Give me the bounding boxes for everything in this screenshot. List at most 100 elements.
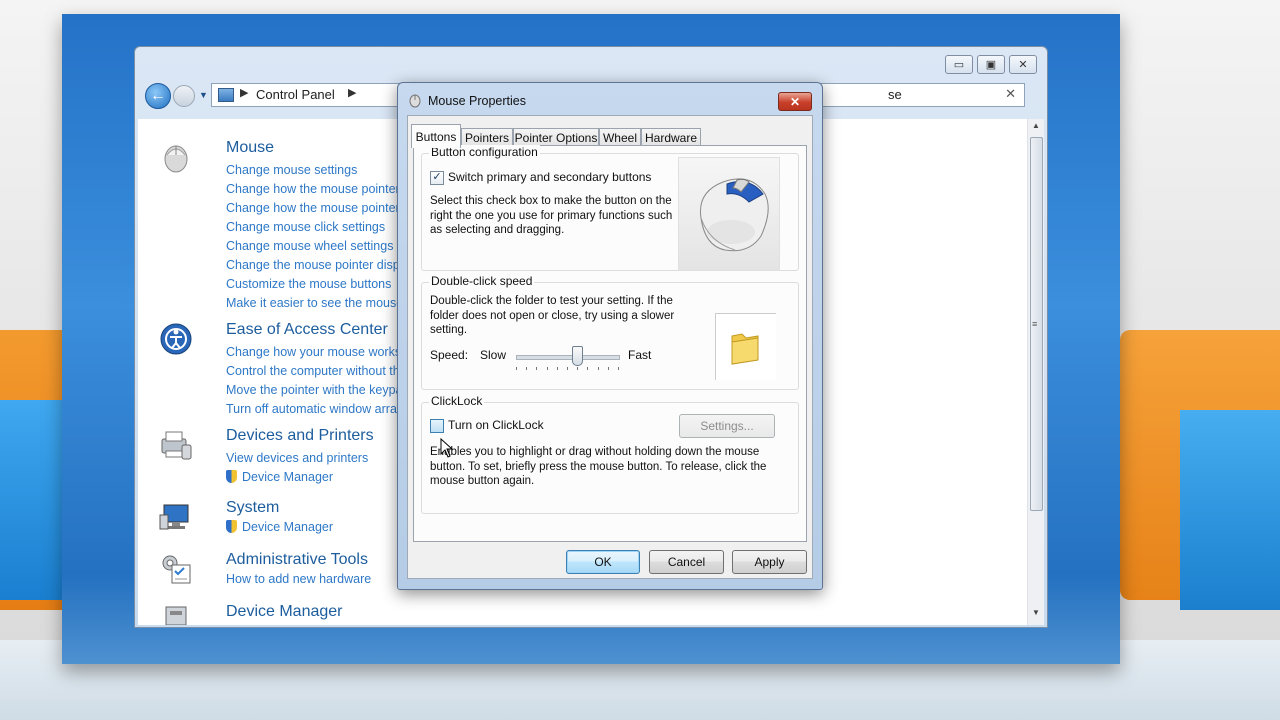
link-change-mouse-settings[interactable]: Change mouse settings <box>226 163 357 177</box>
system-icon <box>159 504 189 530</box>
link-label: Device Manager <box>242 470 334 484</box>
link-device-manager[interactable]: Device Manager <box>226 520 333 534</box>
link-pointer-look-1[interactable]: Change how the mouse pointer loo <box>226 182 420 196</box>
search-input[interactable]: se <box>888 87 902 102</box>
control-panel-icon <box>218 88 234 102</box>
link-window-arrange[interactable]: Turn off automatic window arrange <box>226 402 418 416</box>
close-icon: ✕ <box>1018 59 1028 71</box>
breadcrumb-chevron-icon[interactable]: ▶ <box>240 86 248 99</box>
category-title[interactable]: Administrative Tools <box>226 551 368 569</box>
speed-slider-track[interactable] <box>516 355 620 360</box>
clicklock-description: Enables you to highlight or drag without… <box>430 445 770 489</box>
clicklock-settings-button[interactable]: Settings... <box>679 414 775 438</box>
folder-icon <box>731 333 759 365</box>
slider-tick <box>516 367 517 370</box>
close-icon: ✕ <box>789 94 801 109</box>
group-label: Double-click speed <box>429 274 535 288</box>
category-title[interactable]: Mouse <box>226 139 274 157</box>
link-wheel-settings[interactable]: Change mouse wheel settings <box>226 239 393 253</box>
buttons-tab-panel: Button configuration ✓ Switch primary an… <box>413 145 807 542</box>
link-mouse-works[interactable]: Change how your mouse works <box>226 345 401 359</box>
description-line: button. To set, briefly press the mouse … <box>430 460 767 473</box>
forward-button[interactable] <box>173 85 195 107</box>
link-keypad-pointer[interactable]: Move the pointer with the keypad u <box>226 383 420 397</box>
test-folder-area[interactable] <box>715 313 776 380</box>
dialog-title: Mouse Properties <box>428 94 526 108</box>
description-line: right the one you use for primary functi… <box>430 209 673 222</box>
slider-tick <box>546 367 548 370</box>
link-control-without-mouse[interactable]: Control the computer without the m <box>226 364 421 378</box>
background-cushion-right <box>1180 410 1280 610</box>
maximize-button[interactable]: ▣ <box>977 55 1005 74</box>
dialog-close-button[interactable]: ✕ <box>778 92 812 111</box>
apply-button[interactable]: Apply <box>732 550 807 574</box>
clicklock-label[interactable]: Turn on ClickLock <box>448 418 544 432</box>
button-config-description: Select this check box to make the button… <box>430 194 680 238</box>
uac-shield-icon <box>226 470 237 483</box>
link-pointer-display[interactable]: Change the mouse pointer display c <box>226 258 425 272</box>
minimize-icon: ▭ <box>953 59 965 71</box>
background-cushion-left <box>0 400 70 600</box>
slider-tick <box>567 367 568 370</box>
minimize-button[interactable]: ▭ <box>945 55 973 74</box>
device-manager-icon <box>165 606 187 625</box>
tab-buttons[interactable]: Buttons <box>411 124 461 148</box>
link-device-manager[interactable]: Device Manager <box>226 470 333 484</box>
mouse-illustration-icon <box>699 178 769 252</box>
switch-buttons-label[interactable]: Switch primary and secondary buttons <box>448 170 651 184</box>
ease-of-access-icon <box>160 323 192 355</box>
slider-tick <box>526 367 528 370</box>
mouse-icon <box>164 145 188 173</box>
switch-buttons-checkbox[interactable]: ✓ <box>430 171 444 185</box>
slider-tick <box>577 367 579 370</box>
vertical-scrollbar[interactable]: ▲ ≡ ▼ <box>1027 119 1044 625</box>
description-line: Enables you to highlight or drag without… <box>430 446 760 458</box>
uac-shield-icon <box>226 520 237 533</box>
description-line: Select this check box to make the button… <box>430 195 672 207</box>
description-line: setting. <box>430 324 468 336</box>
breadcrumb-chevron-icon[interactable]: ▶ <box>348 86 356 99</box>
category-title[interactable]: Device Manager <box>226 603 343 621</box>
link-add-hardware[interactable]: How to add new hardware <box>226 572 371 586</box>
breadcrumb-control-panel[interactable]: Control Panel <box>256 87 335 102</box>
mouse-icon <box>409 94 421 108</box>
slider-tick <box>597 367 599 370</box>
category-title[interactable]: System <box>226 499 279 517</box>
category-title[interactable]: Ease of Access Center <box>226 321 388 339</box>
scroll-down-icon[interactable]: ▼ <box>1032 608 1040 617</box>
back-arrow-icon: ← <box>150 87 166 104</box>
fast-label: Fast <box>628 348 652 362</box>
category-title[interactable]: Devices and Printers <box>226 427 374 445</box>
devices-printers-icon <box>161 431 192 460</box>
link-see-pointer[interactable]: Make it easier to see the mouse poi <box>226 296 423 310</box>
caption-buttons: ▭ ▣ ✕ <box>945 55 1037 74</box>
slow-label: Slow <box>480 348 507 362</box>
cancel-button[interactable]: Cancel <box>649 550 724 574</box>
back-button[interactable]: ← <box>145 83 171 109</box>
scroll-grip-icon: ≡ <box>1032 319 1038 329</box>
link-customize-buttons[interactable]: Customize the mouse buttons <box>226 277 391 291</box>
mouse-cursor-icon <box>440 438 454 458</box>
ok-button[interactable]: OK <box>566 550 640 574</box>
recent-pages-dropdown[interactable]: ▼ <box>199 90 208 100</box>
button-configuration-group: Button configuration ✓ Switch primary an… <box>421 145 799 271</box>
speed-label: Speed: <box>430 348 469 362</box>
link-view-devices[interactable]: View devices and printers <box>226 451 368 465</box>
double-click-speed-group: Double-click speed Double-click the fold… <box>421 274 799 390</box>
clear-search-icon[interactable]: ✕ <box>1005 86 1016 102</box>
link-pointer-look-2[interactable]: Change how the mouse pointer loo <box>226 201 420 215</box>
maximize-icon: ▣ <box>985 59 997 71</box>
speed-slider-thumb[interactable] <box>572 346 584 366</box>
slider-tick <box>618 367 619 370</box>
group-label: ClickLock <box>429 394 485 408</box>
slider-tick <box>607 367 609 370</box>
close-button[interactable]: ✕ <box>1009 55 1037 74</box>
admin-tools-icon <box>162 555 191 584</box>
link-click-settings[interactable]: Change mouse click settings <box>226 220 385 234</box>
double-click-description: Double-click the folder to test your set… <box>430 294 690 338</box>
check-icon: ✓ <box>432 171 442 183</box>
scroll-up-icon[interactable]: ▲ <box>1032 121 1040 130</box>
description-line: as selecting and dragging. <box>430 224 565 236</box>
clicklock-checkbox[interactable] <box>430 419 444 433</box>
description-line: folder does not open or close, try using… <box>430 309 675 322</box>
